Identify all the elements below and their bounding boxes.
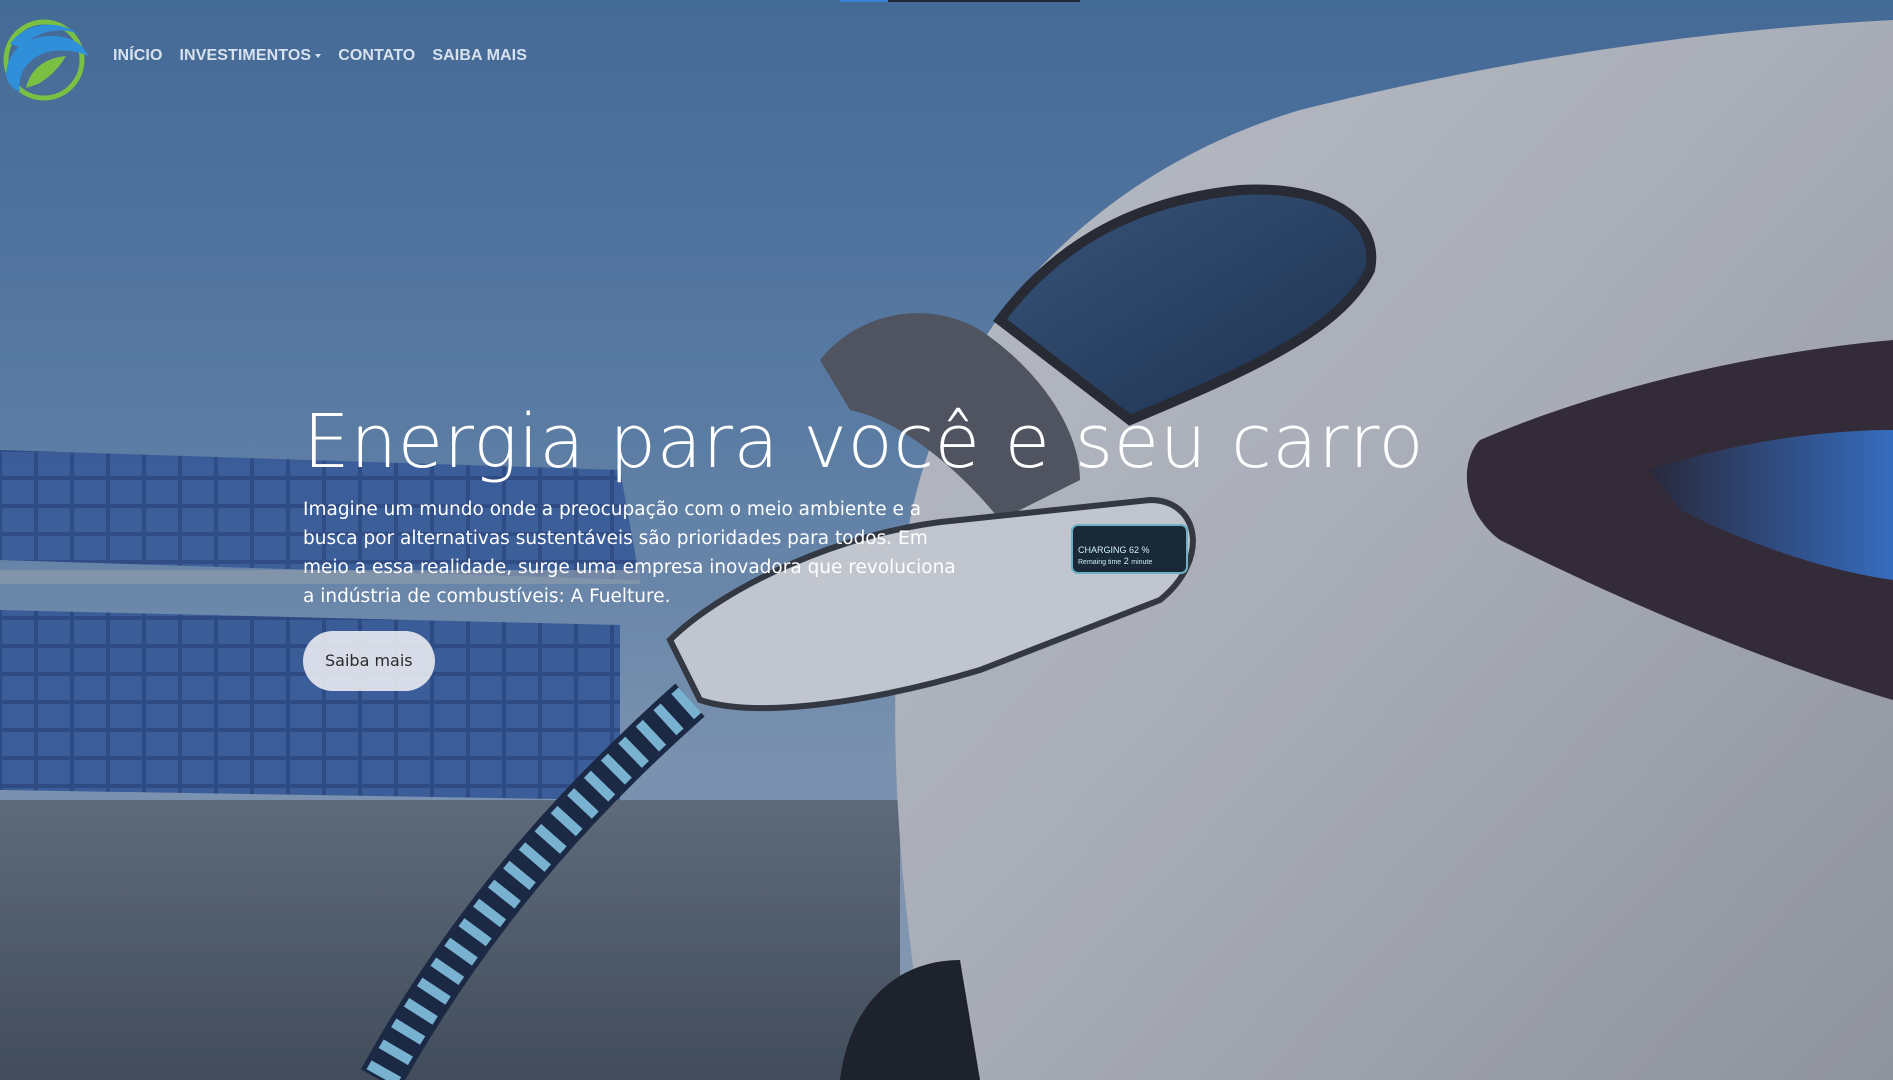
hero-section: CHARGING 62 % Remaing time 2 minute INÍC… xyxy=(0,0,1893,1080)
top-progress-indicator xyxy=(840,0,1080,2)
nav-inicio-link[interactable]: INÍCIO xyxy=(113,47,163,65)
hero-content: Energia para você e seu carro Imagine um… xyxy=(303,398,1425,691)
nav-saiba-mais-link[interactable]: SAIBA MAIS xyxy=(432,47,527,65)
logo-link[interactable] xyxy=(0,14,90,102)
hero-description: Imagine um mundo onde a preocupação com … xyxy=(303,498,956,607)
caret-down-icon xyxy=(315,53,322,58)
nav-investimentos-dropdown[interactable]: INVESTIMENTOS xyxy=(180,47,322,65)
top-progress-active xyxy=(840,0,888,2)
nav-investimentos-label: INVESTIMENTOS xyxy=(179,47,312,64)
main-navbar: INÍCIO INVESTIMENTOS CONTATO SAIBA MAIS xyxy=(0,0,900,115)
hero-title: Energia para você e seu carro xyxy=(303,399,1425,485)
saiba-mais-button[interactable]: Saiba mais xyxy=(303,630,435,691)
leaf-globe-logo-icon xyxy=(3,19,88,101)
nav-links: INÍCIO INVESTIMENTOS CONTATO SAIBA MAIS xyxy=(113,47,527,65)
nav-contato-link[interactable]: CONTATO xyxy=(338,47,415,65)
